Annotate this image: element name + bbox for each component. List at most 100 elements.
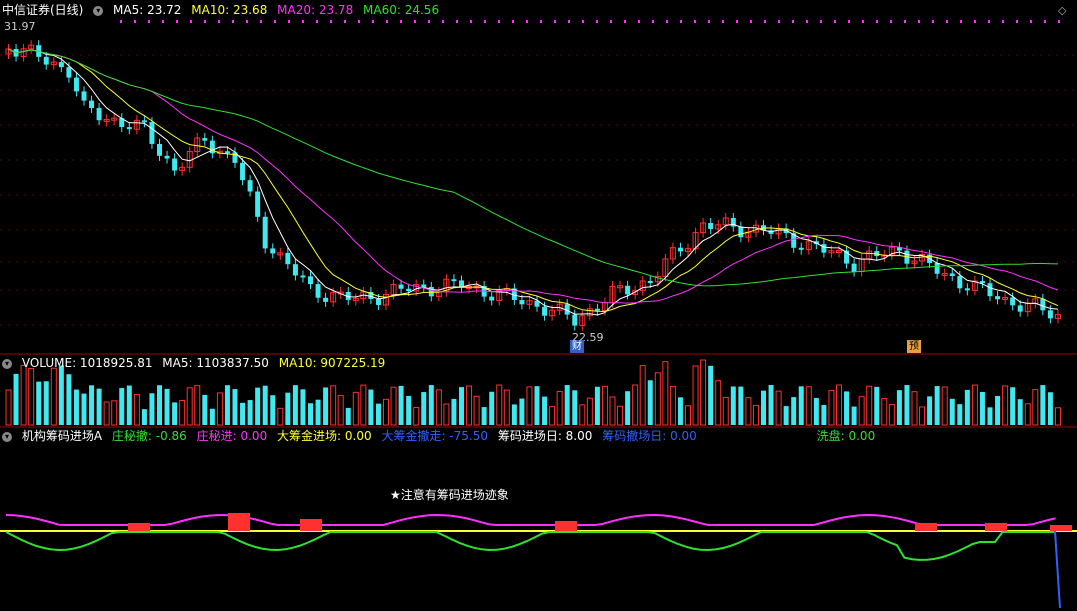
volume-bar — [1054, 407, 1061, 426]
chouma-chu-label: 筹码撤场日: 0.00 — [602, 429, 697, 443]
volume-bar — [526, 386, 533, 426]
candle-body — [798, 247, 804, 250]
red-block — [300, 519, 322, 531]
volume-bar — [216, 392, 223, 426]
volume-bar — [292, 385, 298, 425]
volume-bar — [836, 384, 842, 426]
signal-dot — [918, 20, 920, 23]
candle-body — [240, 162, 246, 181]
volume-bar — [50, 367, 57, 426]
candle-body — [285, 252, 291, 265]
volume-bar — [133, 394, 140, 426]
volume-bar — [13, 373, 19, 425]
signal-dot — [386, 20, 388, 23]
volume-bar — [103, 401, 110, 426]
candle-body — [224, 151, 230, 154]
candle-body — [851, 263, 857, 272]
chart-canvas[interactable] — [0, 0, 1077, 611]
volume-bar — [428, 385, 434, 425]
volume-bar — [601, 385, 608, 426]
volume-bar — [1040, 385, 1046, 425]
finance-tag[interactable]: 财 — [570, 340, 584, 353]
candle-body — [81, 91, 87, 101]
volume-bar — [586, 397, 593, 426]
volume-bar — [617, 405, 624, 426]
signal-dot — [652, 20, 654, 23]
volume-bar — [881, 397, 888, 426]
volume-bar — [798, 386, 804, 425]
candle-body — [821, 244, 827, 253]
volume-bar — [96, 388, 102, 425]
volume-bar — [66, 374, 72, 425]
volume-bar — [323, 387, 329, 425]
candle-body — [157, 143, 162, 156]
signal-dot — [862, 20, 864, 23]
volume-bar — [435, 389, 442, 426]
volume-bar — [1002, 385, 1009, 426]
signal-dot — [484, 20, 486, 23]
candle-body — [96, 108, 102, 121]
volume-bar — [934, 386, 940, 425]
green-line — [5, 531, 1056, 561]
volume-ma5-label: MA5: 1103837.50 — [162, 356, 269, 370]
volume-bar — [911, 391, 918, 426]
signal-dot — [218, 20, 220, 23]
signal-dot — [540, 20, 542, 23]
volume-bar — [473, 395, 480, 426]
signal-dot — [568, 20, 570, 23]
volume-bar — [383, 398, 389, 426]
signal-dot — [946, 20, 948, 23]
volume-bar — [639, 365, 646, 426]
candle-body — [1010, 297, 1016, 306]
candle-body — [519, 300, 525, 305]
signal-dot — [610, 20, 612, 23]
red-block — [1050, 525, 1072, 531]
volume-bar — [451, 398, 457, 425]
chevron-down-icon[interactable]: ▾ — [2, 358, 12, 369]
candle-body — [398, 284, 404, 289]
volume-bar — [352, 391, 359, 426]
xipan-label: 洗盘: 0.00 — [816, 429, 876, 443]
indicator-name[interactable]: 机构筹码进场A — [22, 429, 102, 443]
signal-dot — [848, 20, 850, 23]
volume-bar — [202, 394, 208, 425]
volume-bar — [126, 385, 132, 425]
candle-body — [292, 264, 298, 276]
candle-body — [255, 191, 261, 217]
volume-bar — [119, 388, 125, 425]
candle-body — [647, 280, 653, 283]
volume-bar — [625, 391, 631, 425]
da-jin-label: 大筹金进场: 0.00 — [277, 429, 372, 443]
signal-dot — [1002, 20, 1004, 23]
volume-bar — [511, 404, 517, 425]
signal-dot — [176, 20, 178, 23]
volume-bar — [669, 385, 676, 426]
signal-dot — [526, 20, 528, 23]
volume-bar — [481, 407, 487, 425]
volume-bar — [941, 386, 948, 426]
volume-bar — [232, 389, 238, 425]
volume-bar — [738, 386, 744, 425]
volume-bar — [647, 380, 653, 425]
signal-dot — [778, 20, 780, 23]
volume-bar — [564, 385, 570, 425]
volume-bar — [844, 391, 850, 425]
volume-bar — [1017, 399, 1023, 425]
signal-dot — [120, 20, 122, 23]
chevron-down-icon[interactable]: ▾ — [2, 431, 12, 442]
signal-dot — [204, 20, 206, 23]
forecast-tag[interactable]: 预 — [907, 340, 921, 353]
volume-bar — [43, 381, 49, 425]
signal-dot — [274, 20, 276, 23]
volume-bar — [556, 390, 563, 426]
candle-body — [172, 158, 178, 171]
volume-bar — [398, 385, 404, 425]
volume-bar — [421, 392, 427, 425]
volume-bar — [609, 396, 616, 426]
signal-dot — [302, 20, 304, 23]
volume-bar — [255, 387, 261, 425]
high-price-label: 31.97 — [4, 20, 36, 33]
volume-bar — [81, 393, 87, 425]
volume-bar — [700, 359, 707, 426]
volume-bar — [285, 392, 291, 425]
